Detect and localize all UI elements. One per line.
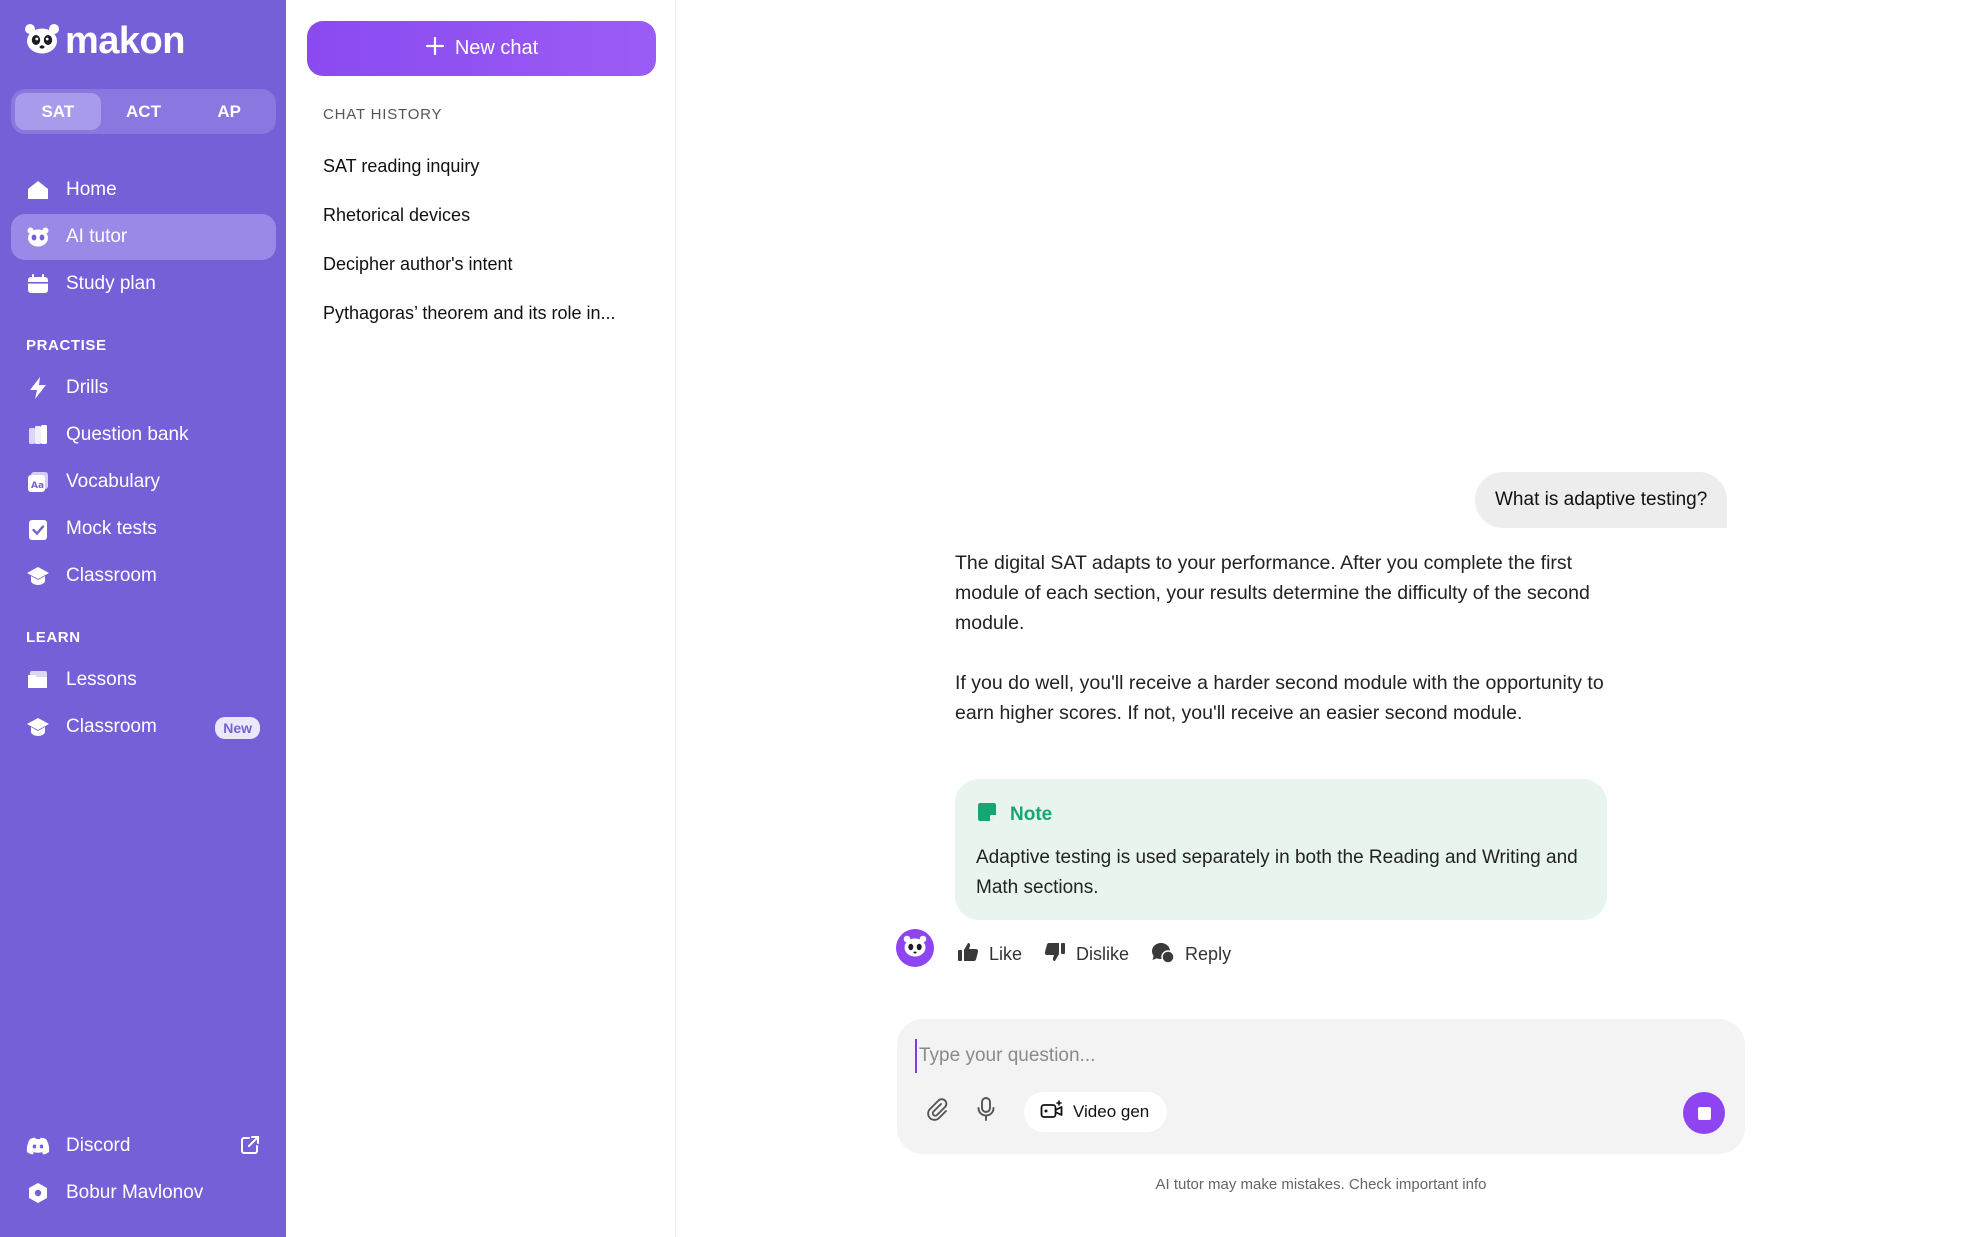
reply-button[interactable]: Reply xyxy=(1151,941,1231,968)
folder-icon xyxy=(26,668,50,692)
question-bank-icon xyxy=(26,423,50,447)
dislike-button[interactable]: Dislike xyxy=(1044,941,1129,968)
exam-tab-sat[interactable]: SAT xyxy=(15,93,101,130)
history-item[interactable]: SAT reading inquiry xyxy=(323,142,653,191)
nav-discord[interactable]: Discord xyxy=(11,1123,276,1169)
answer-paragraph: The digital SAT adapts to your performan… xyxy=(955,552,1590,634)
sticky-note-icon xyxy=(976,801,998,829)
note-header: Note xyxy=(976,801,1586,829)
nav-drills[interactable]: Drills xyxy=(11,365,276,411)
history-item[interactable]: Rhetorical devices xyxy=(323,191,653,240)
new-chat-label: New chat xyxy=(454,37,539,59)
note-body: Adaptive testing is used separately in b… xyxy=(976,847,1578,898)
question-input[interactable] xyxy=(915,1039,1715,1073)
tutor-avatar xyxy=(896,929,934,967)
chat-history-title: CHAT HISTORY xyxy=(323,106,443,123)
discord-icon xyxy=(26,1134,50,1158)
panda-logo-icon xyxy=(25,24,59,59)
calendar-icon xyxy=(26,272,50,296)
nav-mock-tests-label: Mock tests xyxy=(66,518,157,539)
nav-discord-label: Discord xyxy=(66,1135,131,1156)
history-item[interactable]: Pythagoras’ theorem and its role in... xyxy=(323,289,653,338)
sidebar-footer: Discord Bobur Mavlonov xyxy=(11,1123,276,1217)
learn-section-label: LEARN xyxy=(26,629,81,646)
video-camera-plus-icon xyxy=(1040,1099,1064,1125)
new-badge: New xyxy=(215,717,260,739)
nav-home-label: Home xyxy=(66,179,117,200)
main-nav: Home AI tutor Study plan xyxy=(11,167,276,308)
nav-vocabulary[interactable]: Aa Vocabulary xyxy=(11,459,276,505)
paperclip-icon[interactable] xyxy=(924,1095,952,1123)
learn-nav: Lessons Classroom New xyxy=(11,657,276,751)
external-link-icon xyxy=(240,1135,260,1161)
nav-classroom-practise[interactable]: Classroom xyxy=(11,553,276,599)
nav-study-plan[interactable]: Study plan xyxy=(11,261,276,307)
practise-section-label: PRACTISE xyxy=(26,337,107,354)
nav-lessons[interactable]: Lessons xyxy=(11,657,276,703)
new-chat-button[interactable]: New chat xyxy=(307,21,656,76)
nav-question-bank-label: Question bank xyxy=(66,424,189,445)
sidebar: makon SAT ACT AP Home AI tutor Study pla… xyxy=(0,0,286,1237)
user-hexagon-icon xyxy=(26,1181,50,1205)
stop-generation-button[interactable] xyxy=(1683,1092,1725,1134)
home-icon xyxy=(26,178,50,202)
exam-tab-ap[interactable]: AP xyxy=(186,93,272,130)
clipboard-check-icon xyxy=(26,517,50,541)
thumbs-up-icon xyxy=(957,942,979,967)
answer-paragraph: If you do well, you'll receive a harder … xyxy=(955,672,1604,724)
nav-question-bank[interactable]: Question bank xyxy=(11,412,276,458)
thumbs-down-icon xyxy=(1044,942,1066,967)
user-name: Bobur Mavlonov xyxy=(66,1182,204,1203)
reply-label: Reply xyxy=(1185,944,1232,964)
graduation-cap-icon xyxy=(26,564,50,588)
nav-classroom-learn[interactable]: Classroom New xyxy=(11,704,276,750)
nav-ai-tutor-label: AI tutor xyxy=(66,226,128,247)
lightning-icon xyxy=(26,376,50,400)
panda-icon xyxy=(26,225,50,249)
microphone-icon[interactable] xyxy=(972,1095,1000,1123)
nav-study-plan-label: Study plan xyxy=(66,273,156,294)
nav-lessons-label: Lessons xyxy=(66,669,137,690)
plus-icon xyxy=(425,36,445,62)
graduation-cap-icon xyxy=(26,715,50,739)
svg-text:Aa: Aa xyxy=(31,481,44,491)
nav-home[interactable]: Home xyxy=(11,167,276,213)
ai-disclaimer: AI tutor may make mistakes. Check import… xyxy=(1155,1176,1487,1193)
message-composer: Video gen xyxy=(897,1019,1745,1154)
user-message: What is adaptive testing? xyxy=(1475,472,1728,528)
nav-mock-tests[interactable]: Mock tests xyxy=(11,506,276,552)
nav-classroom-learn-label: Classroom xyxy=(66,716,157,737)
video-gen-button[interactable]: Video gen xyxy=(1024,1092,1168,1132)
history-item[interactable]: Decipher author's intent xyxy=(323,240,653,289)
tutor-answer: The digital SAT adapts to your performan… xyxy=(955,548,1615,728)
brand-logo[interactable]: makon xyxy=(25,20,185,63)
reply-chat-icon xyxy=(1151,941,1175,968)
chat-history-list: SAT reading inquiry Rhetorical devices D… xyxy=(323,142,653,338)
dislike-label: Dislike xyxy=(1076,944,1130,964)
nav-vocabulary-label: Vocabulary xyxy=(66,471,161,492)
panda-icon xyxy=(903,935,927,962)
nav-classroom-practise-label: Classroom xyxy=(66,565,157,586)
video-gen-label: Video gen xyxy=(1073,1102,1150,1121)
stop-icon xyxy=(1697,1106,1711,1120)
note-title: Note xyxy=(1010,804,1053,825)
brand-name: makon xyxy=(65,20,185,62)
nav-drills-label: Drills xyxy=(66,377,109,398)
practise-nav: Drills Question bank Aa Vocabulary Mock … xyxy=(11,365,276,600)
nav-ai-tutor[interactable]: AI tutor xyxy=(11,214,276,260)
message-actions: Like Dislike Reply xyxy=(957,941,1231,968)
like-button[interactable]: Like xyxy=(957,941,1022,968)
exam-tab-act[interactable]: ACT xyxy=(101,93,187,130)
note-callout: Note Adaptive testing is used separately… xyxy=(955,779,1607,920)
chat-history-panel: New chat CHAT HISTORY SAT reading inquir… xyxy=(286,0,676,1237)
like-label: Like xyxy=(989,944,1023,964)
nav-user-profile[interactable]: Bobur Mavlonov xyxy=(11,1170,276,1216)
exam-switcher: SAT ACT AP xyxy=(11,89,276,134)
vocabulary-icon: Aa xyxy=(26,470,50,494)
